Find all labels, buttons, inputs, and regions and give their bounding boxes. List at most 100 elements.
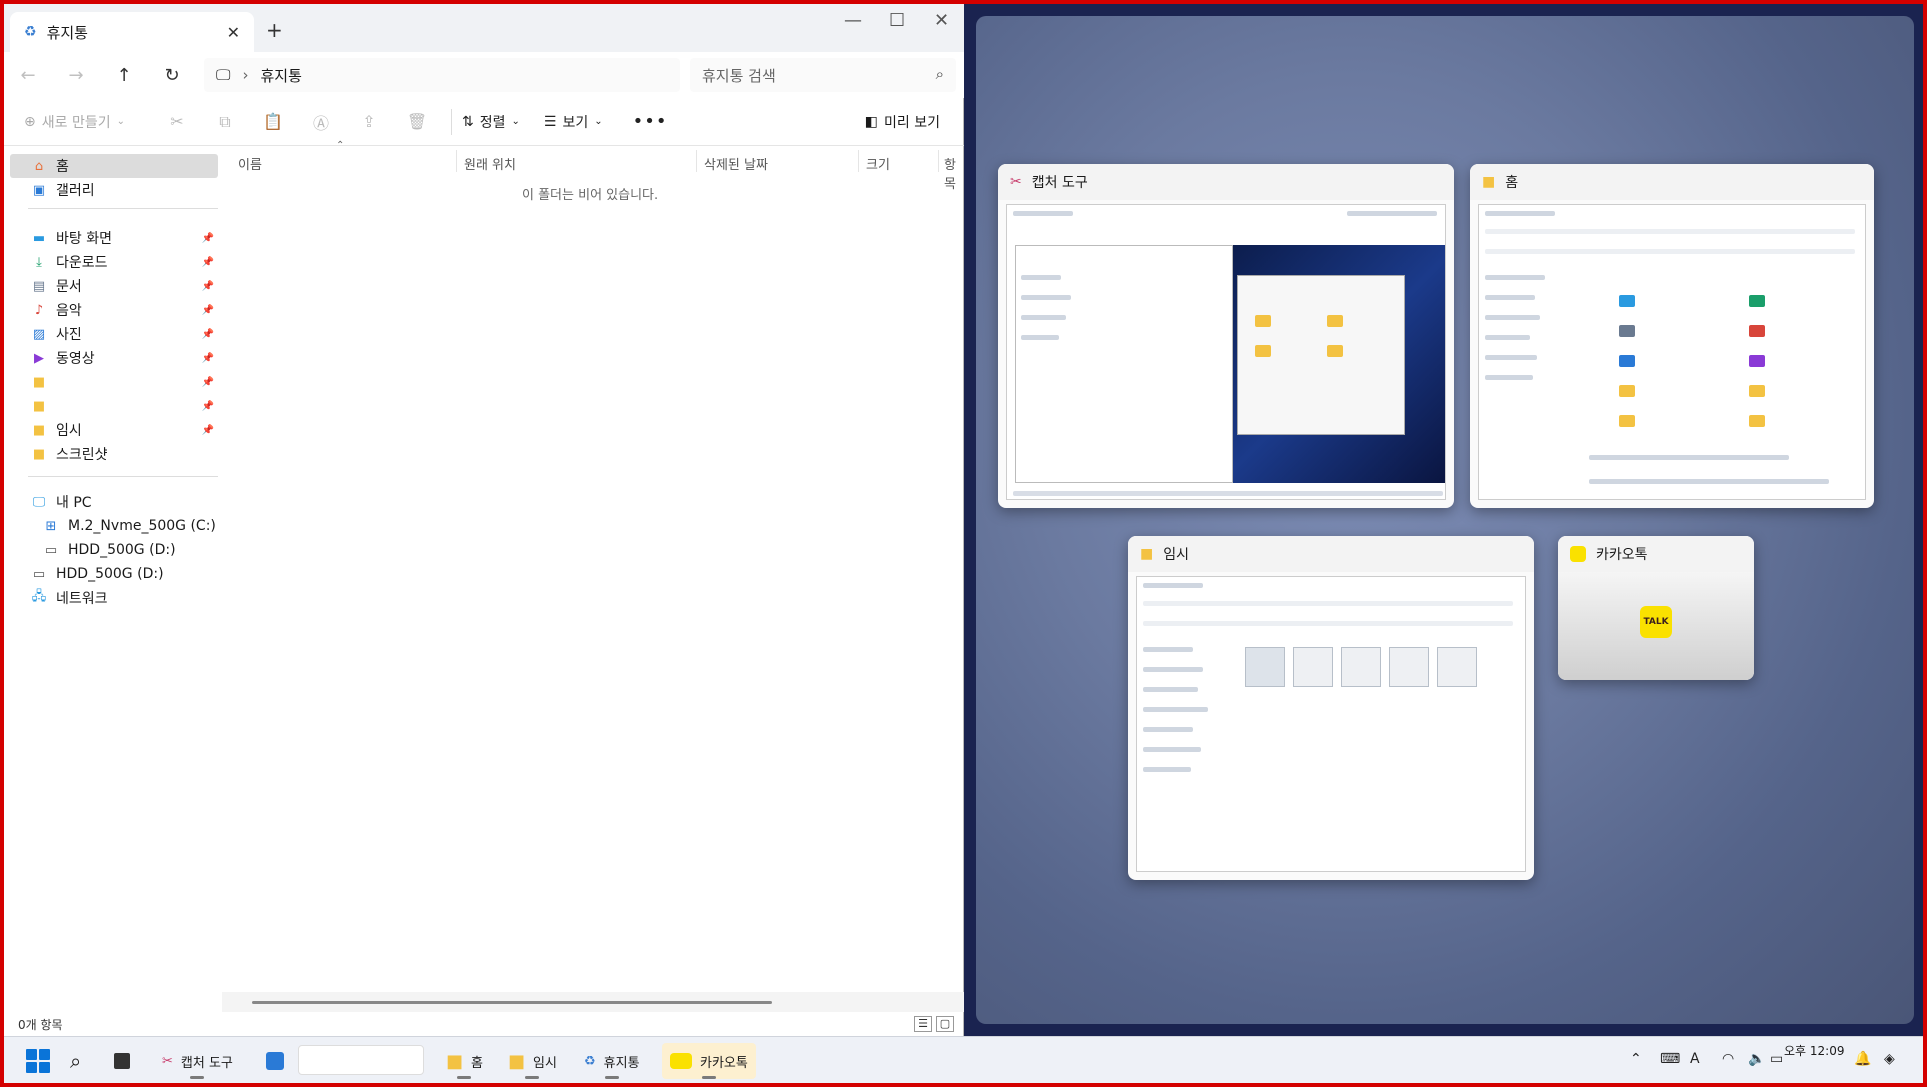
view-button[interactable]: ☰ 보기 ⌄: [544, 112, 603, 132]
column-header-original-location[interactable]: 원래 위치: [464, 154, 516, 173]
sidebar-item-gallery[interactable]: ▣ 갤러리: [10, 178, 218, 202]
sidebar-item-drive-d-2[interactable]: ▭ HDD_500G (D:): [10, 562, 218, 586]
chevron-down-icon: ⌄: [594, 116, 603, 127]
sidebar-item-videos[interactable]: ▶ 동영상 📌: [10, 346, 218, 370]
running-indicator: [457, 1076, 472, 1079]
snap-card-kakaotalk[interactable]: 카카오톡 TALK: [1558, 536, 1754, 680]
folder-icon: ■: [32, 374, 46, 390]
taskbar-app-temp[interactable]: ■ 임시: [500, 1043, 565, 1079]
sidebar-item-music[interactable]: ♪ 음악 📌: [10, 298, 218, 322]
start-button[interactable]: [18, 1043, 58, 1079]
paste-icon[interactable]: 📋: [249, 112, 297, 131]
gallery-icon: ▣: [32, 182, 46, 198]
taskbar-app-recycle-bin[interactable]: ♻ 휴지통: [576, 1043, 648, 1079]
column-header-item-type[interactable]: 항목: [944, 154, 964, 192]
copy-icon[interactable]: ⧉: [201, 112, 249, 132]
battery-icon[interactable]: ▭: [1770, 1051, 1783, 1067]
column-header-name[interactable]: 이름: [238, 154, 262, 173]
breadcrumb[interactable]: 휴지통: [260, 65, 301, 86]
sidebar-item-temp[interactable]: ■ 임시 📌: [10, 418, 218, 442]
usb-device-icon[interactable]: ⌨: [1660, 1051, 1680, 1067]
input-method-icon[interactable]: A: [1690, 1051, 1700, 1067]
search-icon[interactable]: ⌕: [936, 65, 944, 83]
sidebar-item-screenshots[interactable]: ■ 스크린샷: [10, 442, 218, 466]
sidebar-item-label: 다운로드: [56, 255, 108, 271]
close-icon[interactable]: ✕: [227, 23, 240, 42]
clock[interactable]: 오후 12:09: [1784, 1043, 1844, 1059]
taskbar-app-home[interactable]: ■ 홈: [438, 1043, 491, 1079]
delete-icon[interactable]: 🗑: [393, 112, 441, 131]
taskbar: ⌕ ✂ 캡처 도구 ■ 홈 ■ 임시 ♻ 휴지통 카카오톡 ⌃ ⌨ A ◠ 🔈 …: [4, 1036, 1923, 1083]
taskbar-app-kakaotalk[interactable]: 카카오톡: [662, 1043, 756, 1079]
back-icon[interactable]: ←: [4, 65, 52, 86]
sidebar-item-drive-d[interactable]: ▭ HDD_500G (D:): [10, 538, 218, 562]
navigation-pane: ⌂ 홈 ▣ 갤러리 ▬ 바탕 화면 📌 ⤓ 다운로드 📌 ▤ 문서 📌 ♪ 음악…: [4, 146, 222, 1012]
column-divider[interactable]: [696, 150, 697, 172]
refresh-icon[interactable]: ↻: [148, 65, 196, 86]
sidebar-item-downloads[interactable]: ⤓ 다운로드 📌: [10, 250, 218, 274]
pin-icon: 📌: [201, 280, 214, 292]
snap-card-home[interactable]: ■ 홈: [1470, 164, 1874, 508]
preview-pane-button[interactable]: ◧ 미리 보기: [865, 112, 940, 132]
column-header-size[interactable]: 크기: [866, 154, 890, 173]
copilot-icon[interactable]: ◈: [1884, 1051, 1895, 1067]
details-view-icon[interactable]: ☰: [914, 1016, 932, 1032]
kakaotalk-logo: TALK: [1640, 606, 1672, 638]
column-divider[interactable]: [456, 150, 457, 172]
forward-icon[interactable]: →: [52, 65, 100, 86]
column-divider[interactable]: [938, 150, 939, 172]
sidebar-item-label: HDD_500G (D:): [68, 542, 176, 558]
column-header-date-deleted[interactable]: 삭제된 날짜: [704, 154, 768, 173]
share-icon[interactable]: ⇪: [345, 112, 393, 131]
taskbar-app-store[interactable]: [258, 1043, 292, 1079]
sort-button[interactable]: ⇅ 정렬 ⌄: [462, 112, 520, 132]
show-hidden-icons-chevron-up-icon[interactable]: ⌃: [1630, 1051, 1642, 1067]
sidebar-item-drive-c[interactable]: ⊞ M.2_Nvme_500G (C:): [10, 514, 218, 538]
running-indicator: [525, 1076, 540, 1079]
sidebar-item-desktop[interactable]: ▬ 바탕 화면 📌: [10, 226, 218, 250]
search-button[interactable]: ⌕: [62, 1043, 89, 1079]
file-list: 이름 ⌃ 원래 위치 삭제된 날짜 크기 항목 이 폴더는 비어 있습니다.: [222, 140, 964, 1012]
sidebar-item-home[interactable]: ⌂ 홈: [10, 154, 218, 178]
horizontal-scrollbar-thumb[interactable]: [252, 1001, 772, 1004]
sidebar-item-network[interactable]: 🖧 네트워크: [10, 586, 218, 610]
sidebar-item-label: 홈: [56, 159, 69, 175]
search-input[interactable]: 휴지통 검색 ⌕: [690, 58, 956, 92]
minimize-icon[interactable]: —: [844, 10, 862, 31]
window-close-icon[interactable]: ✕: [934, 10, 949, 31]
picture-icon: ▨: [32, 326, 46, 342]
sidebar-item-documents[interactable]: ▤ 문서 📌: [10, 274, 218, 298]
more-options-button[interactable]: •••: [633, 111, 668, 132]
maximize-icon[interactable]: ☐: [889, 10, 905, 31]
screen: ♻ 휴지통 ✕ + — ☐ ✕ ← → ↑ ↻ 🖵 › 휴지통 휴지통 검색 ⌕: [4, 4, 1923, 1083]
address-input[interactable]: 🖵 › 휴지통: [204, 58, 680, 92]
taskbar-app-capture-tool[interactable]: ✂ 캡처 도구: [154, 1043, 241, 1079]
notification-bell-icon[interactable]: 🔔: [1854, 1051, 1871, 1067]
snipping-tool-icon: ✂: [162, 1053, 173, 1069]
sidebar-item-my-pc[interactable]: 🖵 내 PC: [10, 490, 218, 514]
pc-icon: 🖵: [32, 494, 46, 510]
snipping-tool-icon: ✂: [1010, 174, 1022, 190]
sidebar-item-pictures[interactable]: ▨ 사진 📌: [10, 322, 218, 346]
snap-card-temp[interactable]: ■ 임시: [1128, 536, 1534, 880]
up-icon[interactable]: ↑: [100, 65, 148, 86]
running-indicator: [604, 1076, 619, 1079]
volume-icon[interactable]: 🔈: [1748, 1051, 1765, 1067]
cut-icon[interactable]: ✂: [153, 112, 201, 131]
pin-icon: 📌: [201, 304, 214, 316]
kakaotalk-icon: [1570, 546, 1586, 562]
pin-icon: 📌: [201, 232, 214, 244]
task-view-button[interactable]: [106, 1043, 138, 1079]
new-button[interactable]: ⊕ 새로 만들기 ⌄: [24, 112, 125, 132]
tab-recycle-bin[interactable]: ♻ 휴지통 ✕: [10, 12, 254, 52]
rename-icon[interactable]: Ⓐ: [297, 110, 345, 134]
wifi-icon[interactable]: ◠: [1722, 1051, 1734, 1067]
pin-icon: 📌: [201, 424, 214, 436]
card-title-bar: ■ 홈: [1470, 164, 1874, 200]
snap-card-capture-tool[interactable]: ✂ 캡처 도구: [998, 164, 1454, 508]
sidebar-item-folder-1[interactable]: ■ 📌: [10, 370, 218, 394]
large-icons-view-icon[interactable]: ▢: [936, 1016, 954, 1032]
sidebar-item-folder-2[interactable]: ■ 📌: [10, 394, 218, 418]
column-divider[interactable]: [858, 150, 859, 172]
new-tab-icon[interactable]: +: [266, 18, 283, 42]
